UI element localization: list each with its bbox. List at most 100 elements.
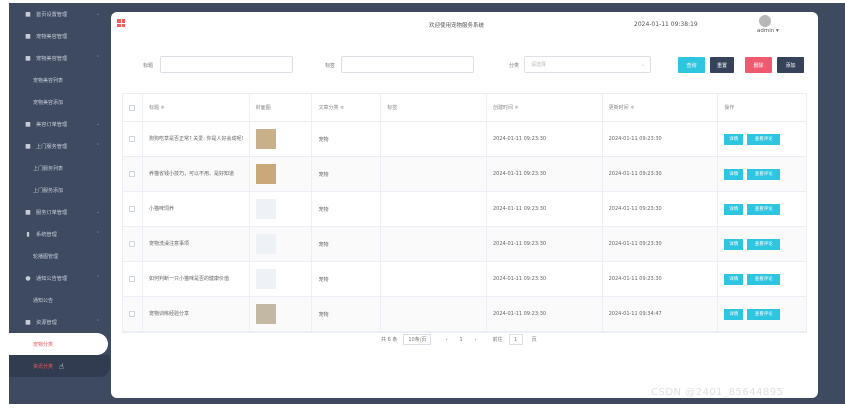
cover-image[interactable]: [255, 129, 276, 149]
sidebar-subitem[interactable]: 通知公告: [9, 289, 110, 311]
checkbox[interactable]: [129, 311, 135, 317]
sidebar-subitem[interactable]: 上门服务列表: [9, 157, 110, 179]
tags-cell: [381, 157, 487, 191]
sidebar-subitem-label: 宠物美容添加: [33, 99, 64, 106]
row-checkbox-cell[interactable]: [123, 122, 143, 156]
actions-cell: 详情 查看评论: [718, 262, 806, 296]
view-comments-button[interactable]: 查看评论: [747, 273, 781, 285]
row-checkbox-cell[interactable]: [123, 157, 143, 191]
cover-image[interactable]: [255, 269, 276, 289]
query-button[interactable]: 查询: [678, 57, 705, 73]
view-comments-button[interactable]: 查看评论: [747, 203, 781, 215]
info-icon: ●: [25, 274, 31, 282]
row-checkbox-cell[interactable]: [123, 227, 143, 261]
view-comments-button[interactable]: 查看评论: [747, 168, 781, 180]
grid-menu-icon[interactable]: [117, 19, 125, 27]
detail-button[interactable]: 详情: [724, 273, 744, 285]
created-cell: 2024-01-11 09:23:30: [487, 262, 603, 296]
checkbox[interactable]: [129, 171, 135, 177]
column-header: 封面图: [250, 94, 313, 121]
detail-button[interactable]: 详情: [724, 238, 744, 250]
sidebar-item[interactable]: ■ 首页设置管理 ⌄: [9, 3, 110, 25]
chevron-up-icon: ⌃: [95, 319, 100, 325]
sidebar-subitem[interactable]: 宠物美容添加: [9, 91, 110, 113]
checkbox[interactable]: [129, 276, 135, 282]
checkbox[interactable]: [129, 104, 135, 111]
tags-cell: [381, 192, 487, 226]
delete-button[interactable]: 删除: [745, 57, 772, 73]
cover-image[interactable]: [255, 199, 276, 219]
title-cell: 养猫省钱小技巧，可以不用、是好知道: [143, 157, 250, 191]
detail-button[interactable]: 详情: [724, 308, 744, 320]
detail-button[interactable]: 详情: [724, 133, 744, 145]
checkbox[interactable]: [129, 136, 135, 142]
column-header[interactable]: 文章分类 ≑: [312, 94, 382, 121]
column-header[interactable]: 标题 ≑: [143, 94, 250, 121]
system-title: 欢迎使用宠物服务系统: [429, 23, 485, 29]
title-cell: 小猫咪饲养: [143, 192, 250, 226]
sidebar-item[interactable]: ● 通知公告管理 ⌃: [9, 267, 110, 289]
checkbox[interactable]: [129, 241, 135, 247]
main-panel: 欢迎使用宠物服务系统 2024-01-11 09:38:19 admin ▾ 标…: [111, 12, 818, 398]
sidebar-item[interactable]: ■ 宠物美容管理: [9, 25, 110, 47]
sidebar-item-label: 上门服务管理: [36, 143, 68, 150]
sidebar-item[interactable]: ▮ 系统管理 ⌃: [9, 223, 110, 245]
sidebar-item[interactable]: ■ 上门服务管理 ⌃: [9, 135, 110, 157]
sidebar-item[interactable]: ■ 服务订单管理 ⌄: [9, 201, 110, 223]
category-select[interactable]: 请选择 ⌄: [524, 56, 651, 73]
sidebar-subitem[interactable]: 上门服务添加: [9, 179, 110, 201]
square-icon: ■: [25, 142, 31, 150]
cover-image[interactable]: [255, 164, 276, 184]
reset-button[interactable]: 重置: [710, 57, 734, 73]
column-header: 标签: [381, 94, 487, 121]
column-header[interactable]: 创建时间 ≑: [487, 94, 603, 121]
sidebar-item-label: 美容订单管理: [36, 121, 68, 128]
sidebar-subitem[interactable]: 宠物美容列表: [9, 69, 110, 91]
select-all-checkbox[interactable]: [123, 94, 143, 121]
page-unit: 页: [531, 337, 537, 343]
pagination: 共 6 条 10条/页 ‹ 1 › 前往 1 页: [381, 334, 543, 345]
row-checkbox-cell[interactable]: [123, 192, 143, 226]
square-icon: ■: [25, 32, 31, 40]
tags-input[interactable]: [341, 56, 474, 73]
add-button[interactable]: 添加: [777, 57, 804, 73]
detail-button[interactable]: 详情: [724, 168, 744, 180]
goto-input[interactable]: 1: [508, 334, 523, 345]
chevron-up-icon: ⌃: [95, 55, 100, 61]
title-input[interactable]: [160, 56, 293, 73]
view-comments-button[interactable]: 查看评论: [747, 308, 781, 320]
sidebar-subitem[interactable]: 轮播图管理: [9, 245, 110, 267]
sidebar-item-label: 通知公告管理: [36, 275, 68, 282]
cover-image[interactable]: [255, 234, 276, 254]
row-checkbox-cell[interactable]: [123, 297, 143, 331]
page-size-select[interactable]: 10条/页: [403, 334, 432, 345]
sidebar-subitem[interactable]: 资讯分类 ☝: [9, 355, 110, 377]
sidebar-item-label: 系统管理: [36, 231, 57, 238]
sidebar-subitem-label: 通知公告: [33, 297, 54, 304]
page-number[interactable]: 1: [459, 337, 462, 343]
column-header[interactable]: 更新时间 ≑: [603, 94, 719, 121]
tags-label: 标签: [325, 63, 336, 69]
next-page-button[interactable]: ›: [475, 337, 477, 343]
prev-page-button[interactable]: ‹: [445, 337, 447, 343]
sidebar-item-label: 宠物美容管理: [36, 55, 68, 62]
detail-button[interactable]: 详情: [724, 203, 744, 215]
user-dropdown[interactable]: admin ▾: [757, 28, 779, 34]
row-checkbox-cell[interactable]: [123, 262, 143, 296]
checkbox[interactable]: [129, 206, 135, 212]
updated-cell: 2024-01-11 09:34:47: [603, 297, 719, 331]
sidebar-subitem-label: 资讯分类: [33, 363, 54, 370]
hand-cursor-icon: ☝: [59, 361, 64, 371]
sidebar-item[interactable]: ■ 宠物美容管理 ⌃: [9, 47, 110, 69]
chevron-up-icon: ⌃: [95, 231, 100, 237]
view-comments-button[interactable]: 查看评论: [747, 133, 781, 145]
sidebar-item[interactable]: ■ 资源管理 ⌃: [9, 311, 110, 333]
view-comments-button[interactable]: 查看评论: [747, 238, 781, 250]
category-cell: 宠物: [312, 192, 382, 226]
square-icon: ■: [25, 10, 31, 18]
avatar[interactable]: [759, 15, 771, 27]
sidebar-subitem[interactable]: 宠物分类: [9, 333, 108, 355]
cover-image[interactable]: [255, 304, 276, 324]
sidebar-item[interactable]: ■ 美容订单管理 ⌄: [9, 113, 110, 135]
chevron-down-icon: ⌄: [95, 209, 100, 215]
